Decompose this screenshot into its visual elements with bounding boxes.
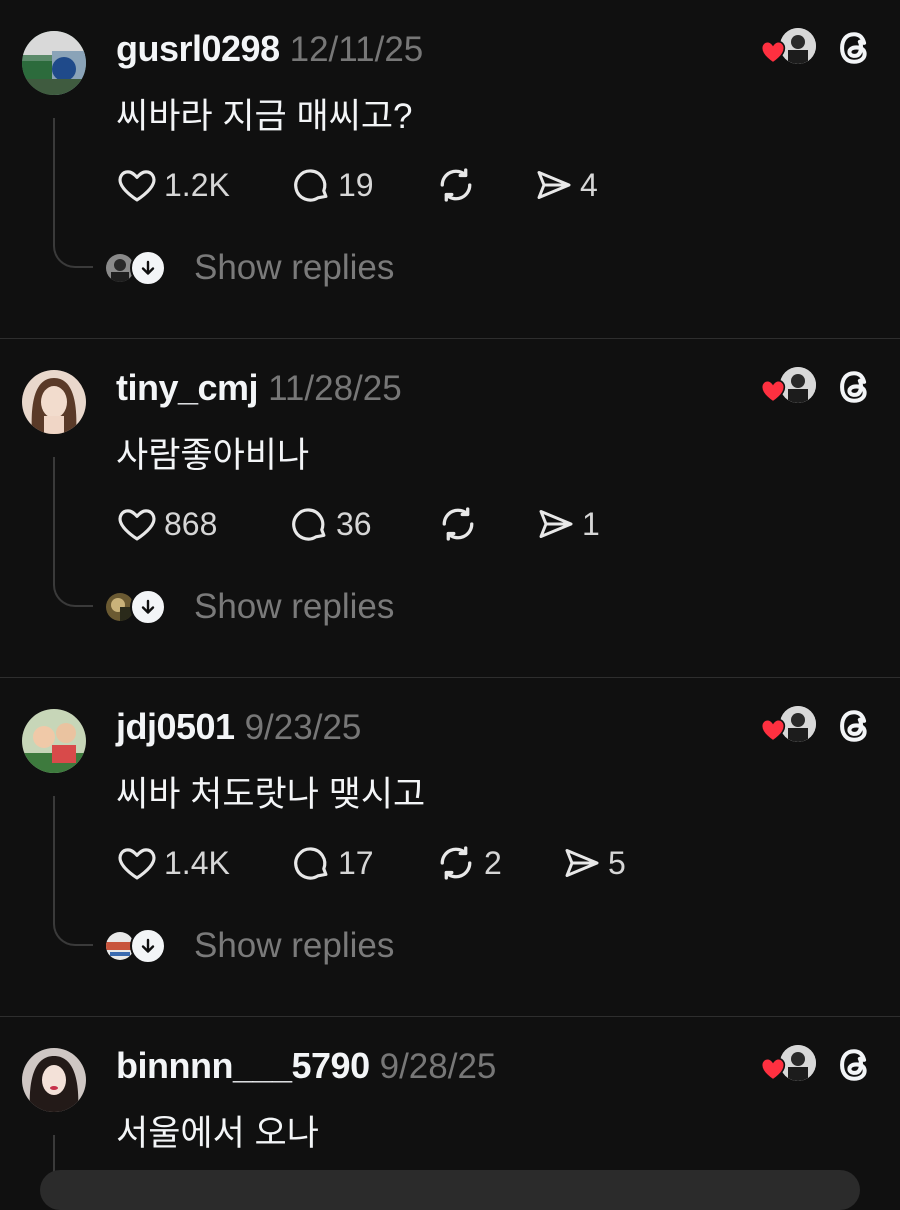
post-header: gusrl0298 12/11/25	[116, 28, 423, 72]
username[interactable]: tiny_cmj	[116, 367, 259, 409]
red-heart-icon	[760, 379, 786, 408]
show-replies-row[interactable]: Show replies	[106, 585, 394, 629]
post-text: 서울에서 오나	[116, 1114, 319, 1153]
reply-button[interactable]: 36	[288, 499, 372, 549]
share-count: 5	[608, 844, 626, 881]
thread-line	[53, 796, 93, 946]
repost-arrows-icon	[434, 841, 478, 885]
like-button[interactable]: 1.2K	[116, 160, 230, 210]
reply-button[interactable]: 17	[290, 838, 374, 888]
show-replies-row[interactable]: Show replies	[106, 924, 394, 968]
reply-post: binnnn___5790 9/28/25 서울에서 오나	[0, 1017, 900, 1195]
username[interactable]: gusrl0298	[116, 28, 280, 70]
repost-button[interactable]: 2	[434, 838, 502, 888]
action-bar: 1.4K 17 2 5	[116, 838, 676, 888]
heart-outline-icon	[116, 164, 158, 206]
reply-post: gusrl0298 12/11/25 씨바라 지금 매씨고? 1.2K 19 4…	[0, 0, 900, 339]
liked-by-author-badge	[760, 28, 818, 68]
action-bar: 868 36 1	[116, 499, 676, 549]
thread-line	[53, 457, 93, 607]
liked-by-author-badge	[760, 706, 818, 746]
show-replies-link[interactable]: Show replies	[194, 248, 394, 288]
post-date: 11/28/25	[268, 369, 402, 408]
like-button[interactable]: 868	[116, 499, 217, 549]
send-arrow-icon	[536, 504, 576, 544]
username[interactable]: binnnn___5790	[116, 1045, 370, 1087]
username[interactable]: jdj0501	[116, 706, 235, 748]
show-replies-link[interactable]: Show replies	[194, 926, 394, 966]
reply-count: 36	[336, 505, 372, 542]
red-heart-icon	[760, 718, 786, 747]
reply-post: tiny_cmj 11/28/25 사람좋아비나 868 36 1 Show r…	[0, 339, 900, 678]
show-replies-link[interactable]: Show replies	[194, 587, 394, 627]
heart-outline-icon	[116, 842, 158, 884]
liked-by-author-badge	[760, 1045, 818, 1085]
repost-button[interactable]	[434, 160, 484, 210]
post-text: 씨바라 지금 매씨고?	[116, 97, 413, 136]
like-count: 1.2K	[164, 166, 230, 203]
share-button[interactable]: 5	[562, 838, 626, 888]
send-arrow-icon	[534, 165, 574, 205]
chevron-down-icon	[130, 928, 166, 964]
reply-count: 17	[338, 844, 374, 881]
post-text: 사람좋아비나	[116, 436, 310, 475]
chevron-down-icon	[130, 250, 166, 286]
post-header: tiny_cmj 11/28/25	[116, 367, 402, 411]
chevron-down-icon	[130, 589, 166, 625]
threads-logo-icon[interactable]	[832, 1043, 876, 1087]
reply-post: jdj0501 9/23/25 씨바 처도랏나 맺시고 1.4K 17 2 5 …	[0, 678, 900, 1017]
reply-count: 19	[338, 166, 374, 203]
thread-line	[53, 118, 93, 268]
show-replies-row[interactable]: Show replies	[106, 246, 394, 290]
avatar[interactable]	[22, 1048, 86, 1112]
avatar[interactable]	[22, 31, 86, 95]
like-button[interactable]: 1.4K	[116, 838, 230, 888]
repost-button[interactable]	[436, 499, 486, 549]
repost-arrows-icon	[436, 502, 480, 546]
repost-count: 2	[484, 844, 502, 881]
post-text: 씨바 처도랏나 맺시고	[116, 775, 426, 814]
post-date: 9/28/25	[379, 1047, 497, 1086]
repost-arrows-icon	[434, 163, 478, 207]
threads-logo-icon[interactable]	[832, 26, 876, 70]
share-button[interactable]: 1	[536, 499, 600, 549]
send-arrow-icon	[562, 843, 602, 883]
red-heart-icon	[760, 40, 786, 69]
post-header: jdj0501 9/23/25	[116, 706, 361, 750]
share-button[interactable]: 4	[534, 160, 598, 210]
threads-logo-icon[interactable]	[832, 704, 876, 748]
share-count: 4	[580, 166, 598, 203]
comment-bubble-icon	[288, 503, 330, 545]
avatar[interactable]	[22, 370, 86, 434]
like-count: 868	[164, 505, 218, 542]
heart-outline-icon	[116, 503, 158, 545]
like-count: 1.4K	[164, 844, 230, 881]
post-header: binnnn___5790 9/28/25	[116, 1045, 496, 1089]
post-date: 12/11/25	[289, 30, 424, 69]
reply-button[interactable]: 19	[290, 160, 374, 210]
liked-by-author-badge	[760, 367, 818, 407]
threads-logo-icon[interactable]	[832, 365, 876, 409]
comment-bubble-icon	[290, 164, 332, 206]
share-count: 1	[582, 505, 600, 542]
media-preview-card[interactable]	[40, 1170, 860, 1210]
action-bar: 1.2K 19 4	[116, 160, 676, 210]
red-heart-icon	[760, 1057, 786, 1086]
comment-bubble-icon	[290, 842, 332, 884]
avatar[interactable]	[22, 709, 86, 773]
post-date: 9/23/25	[244, 708, 362, 747]
